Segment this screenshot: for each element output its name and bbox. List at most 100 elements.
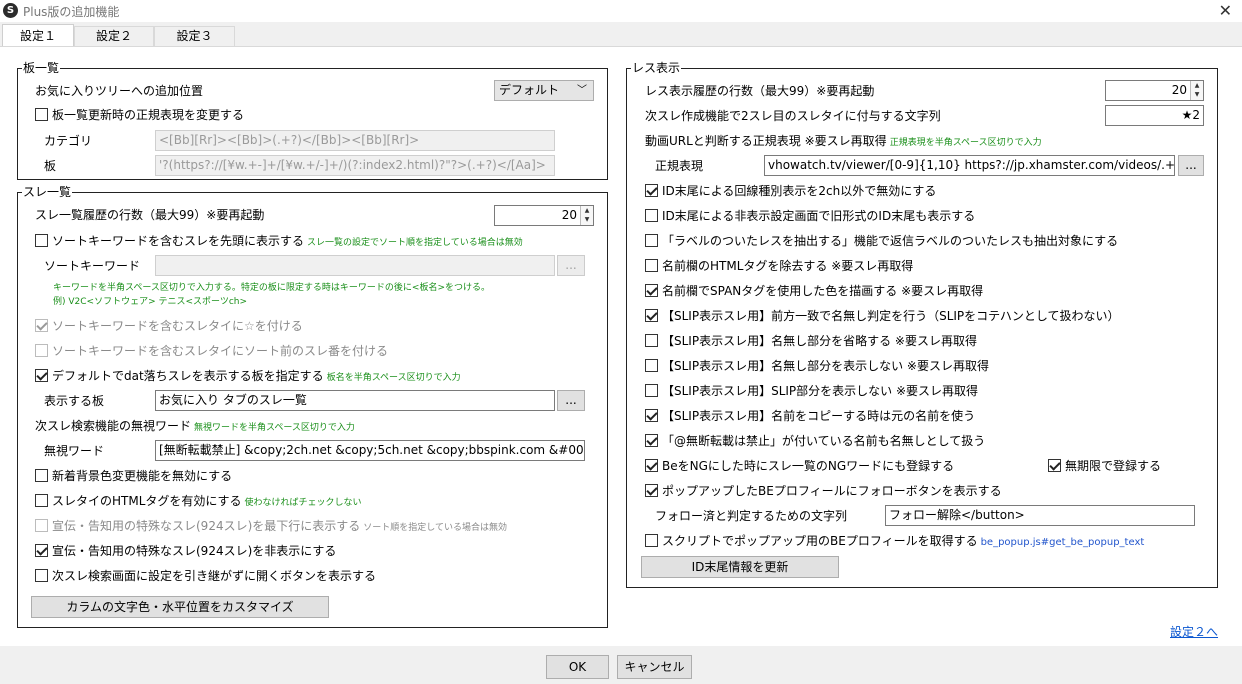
new-bg-label: 新着背景色変更機能を無効にする xyxy=(52,469,233,483)
html-tag-checkbox[interactable]: スレタイのHTMLタグを有効にする 使わなければチェックしない xyxy=(35,493,362,511)
ignore-note: 無視ワードを半角スペース区切りで入力 xyxy=(194,423,355,433)
checkbox-icon xyxy=(35,569,48,582)
checkbox-icon xyxy=(35,234,48,247)
res-check-label: 【SLIP表示スレ用】前方一致で名無し判定を行う（SLIPをコテハンとして扱わな… xyxy=(662,309,1120,323)
follow-text-field[interactable]: フォロー解除</button> xyxy=(885,505,1195,526)
sort-number-checkbox[interactable]: ソートキーワードを含むスレタイにソート前のスレ番を付ける xyxy=(35,343,388,359)
star-label: ソートキーワードを含むスレタイに☆を付ける xyxy=(52,319,303,333)
res-check-item[interactable]: 【SLIP表示スレ用】名無し部分を表示しない ※要スレ再取得 xyxy=(645,358,989,374)
close-icon[interactable]: ✕ xyxy=(1219,1,1232,20)
res-check-item[interactable]: 【SLIP表示スレ用】名無し部分を省略する ※要スレ再取得 xyxy=(645,333,977,349)
ad-bottom-note: ソート順を指定している場合は無効 xyxy=(363,523,508,533)
checkbox-icon xyxy=(645,534,658,547)
checkbox-icon xyxy=(645,334,658,347)
fav-position-select[interactable]: デフォルト ﹀ xyxy=(494,80,594,101)
regex-browse-button[interactable]: ... xyxy=(1178,155,1204,176)
sort-top-label: ソートキーワードを含むスレを先頭に表示する xyxy=(52,234,305,248)
unlimited-checkbox[interactable]: 無期限で登録する xyxy=(1048,458,1161,474)
fav-position-value: デフォルト xyxy=(499,83,560,97)
thread-history-stepper[interactable]: 20 ▲ ▼ xyxy=(494,205,594,226)
unlimited-label: 無期限で登録する xyxy=(1065,459,1162,473)
display-board-browse-button[interactable]: ... xyxy=(557,390,585,411)
res-history-stepper[interactable]: 20 ▲ ▼ xyxy=(1105,80,1204,101)
res-check-item[interactable]: ID末尾による非表示設定画面で旧形式のID末尾も表示する xyxy=(645,208,975,224)
be-ng-checkbox[interactable]: BeをNGにした時にスレ一覧のNGワードにも登録する xyxy=(645,458,954,474)
new-bg-checkbox[interactable]: 新着背景色変更機能を無効にする xyxy=(35,468,232,484)
checkbox-icon xyxy=(35,344,48,357)
checkbox-icon xyxy=(645,459,658,472)
app-logo-icon: S xyxy=(3,3,18,18)
sort-keyword-field[interactable] xyxy=(155,255,555,276)
star-checkbox[interactable]: ソートキーワードを含むスレタイに☆を付ける xyxy=(35,318,303,334)
next-settings-link[interactable]: 設定２へ xyxy=(1170,623,1218,640)
res-history-value: 20 xyxy=(1171,83,1187,97)
res-check-label: 名前欄のHTMLタグを除去する ※要スレ再取得 xyxy=(662,259,914,273)
checkbox-icon xyxy=(645,409,658,422)
res-check-item[interactable]: 【SLIP表示スレ用】名前をコピーする時は元の名前を使う xyxy=(645,408,975,424)
res-check-item[interactable]: 「@無断転載は禁止」が付いている名前も名無しとして扱う xyxy=(645,433,985,449)
res-history-label: レス表示履歴の行数（最大99）※要再起動 xyxy=(645,84,875,98)
script-popup-label: スクリプトでポップアップ用のBEプロフィールを取得する xyxy=(662,534,978,548)
spin-arrows-icon[interactable]: ▲ ▼ xyxy=(1190,81,1203,100)
thread-list-legend: スレ一覧 xyxy=(23,185,72,199)
checkbox-icon xyxy=(645,359,658,372)
checkbox-icon xyxy=(1048,459,1061,472)
video-regex-title: 動画URLと判断する正規表現 ※要スレ再取得 正規表現を半角スペース区切りで入力 xyxy=(645,133,1042,151)
ignore-word-field[interactable]: [無断転載禁止] &copy;2ch.net &copy;5ch.net &co… xyxy=(155,440,585,461)
checkbox-icon xyxy=(35,544,48,557)
sort-top-note: スレ一覧の設定でソート順を指定している場合は無効 xyxy=(307,238,523,248)
res-check-item[interactable]: 【SLIP表示スレ用】SLIP部分を表示しない ※要スレ再取得 xyxy=(645,383,978,399)
ignore-word-label: 無視ワード xyxy=(44,444,105,458)
res-check-label: 名前欄でSPANタグを使用した色を描画する ※要スレ再取得 xyxy=(662,284,984,298)
update-id-button[interactable]: ID末尾情報を更新 xyxy=(641,556,839,578)
checkbox-icon xyxy=(645,284,658,297)
fav-position-label: お気に入りツリーへの追加位置 xyxy=(35,84,204,98)
cancel-button[interactable]: キャンセル xyxy=(617,655,692,679)
sort-top-checkbox[interactable]: ソートキーワードを含むスレを先頭に表示する スレ一覧の設定でソート順を指定している… xyxy=(35,233,523,251)
res-check-item[interactable]: 「ラベルのついたレスを抽出する」機能で返信ラベルのついたレスも抽出対象にする xyxy=(645,233,1118,249)
html-tag-label: スレタイのHTMLタグを有効にする xyxy=(52,494,242,508)
title-bar: S Plus版の追加機能 ✕ xyxy=(0,0,1242,22)
regex-field[interactable]: vhowatch.tv/viewer/[0-9]{1,10} https?://… xyxy=(764,155,1175,176)
res-check-label: ID末尾による回線種別表示を2ch以外で無効にする xyxy=(662,184,937,198)
dat-checkbox[interactable]: デフォルトでdat落ちスレを表示する板を指定する 板名を半角スペース区切りで入力 xyxy=(35,368,461,386)
script-popup-note: be_popup.js#get_be_popup_text xyxy=(980,537,1145,548)
sort-note-1: キーワードを半角スペース区切りで入力する。特定の板に限定する時はキーワードの後に… xyxy=(53,283,491,293)
res-check-item[interactable]: ID末尾による回線種別表示を2ch以外で無効にする xyxy=(645,183,936,199)
column-customize-button[interactable]: カラムの文字色・水平位置をカスタマイズ xyxy=(31,596,329,618)
ok-button[interactable]: OK xyxy=(546,655,609,679)
ad-hide-label: 宣伝・告知用の特殊なスレ(924スレ)を非表示にする xyxy=(52,544,337,558)
tab-settings-3[interactable]: 設定３ xyxy=(154,26,235,47)
spin-arrows-icon[interactable]: ▲ ▼ xyxy=(580,206,593,225)
sort-number-label: ソートキーワードを含むスレタイにソート前のスレ番を付ける xyxy=(52,344,389,358)
regex-change-checkbox[interactable]: 板一覧更新時の正規表現を変更する xyxy=(35,107,244,123)
next-title-field[interactable]: ★2 xyxy=(1105,105,1204,126)
res-check-item[interactable]: 【SLIP表示スレ用】前方一致で名無し判定を行う（SLIPをコテハンとして扱わな… xyxy=(645,308,1120,324)
script-popup-checkbox[interactable]: スクリプトでポップアップ用のBEプロフィールを取得する be_popup.js#g… xyxy=(645,533,1144,551)
next-search-checkbox[interactable]: 次スレ検索画面に設定を引き継がずに開くボタンを表示する xyxy=(35,568,376,584)
res-display-legend: レス表示 xyxy=(632,61,681,75)
board-regex-field[interactable]: '?(https?://[¥w.+-]+/[¥w.+/-]+/)(?:index… xyxy=(155,155,555,176)
res-check-label: 「@無断転載は禁止」が付いている名前も名無しとして扱う xyxy=(662,434,986,448)
ad-bottom-label: 宣伝・告知用の特殊なスレ(924スレ)を最下行に表示する xyxy=(52,519,361,533)
board-list-legend: 板一覧 xyxy=(23,61,60,75)
res-check-item[interactable]: 名前欄のHTMLタグを除去する ※要スレ再取得 xyxy=(645,258,913,274)
res-check-item[interactable]: 名前欄でSPANタグを使用した色を描画する ※要スレ再取得 xyxy=(645,283,983,299)
ad-hide-checkbox[interactable]: 宣伝・告知用の特殊なスレ(924スレ)を非表示にする xyxy=(35,543,336,559)
follow-button-checkbox[interactable]: ポップアップしたBEプロフィールにフォローボタンを表示する xyxy=(645,483,1002,499)
tab-settings-2[interactable]: 設定２ xyxy=(74,26,154,47)
tab-settings-1[interactable]: 設定１ xyxy=(2,24,74,46)
checkbox-icon xyxy=(645,434,658,447)
res-check-label: 【SLIP表示スレ用】名前をコピーする時は元の名前を使う xyxy=(662,409,976,423)
ignore-title: 次スレ検索機能の無視ワード 無視ワードを半角スペース区切りで入力 xyxy=(35,418,355,436)
checkbox-icon xyxy=(645,184,658,197)
sort-note-2: 例) V2C<ソフトウェア> テニス<スポーツch> xyxy=(53,297,248,307)
res-check-label: 【SLIP表示スレ用】名無し部分を表示しない ※要スレ再取得 xyxy=(662,359,989,373)
checkbox-icon xyxy=(35,494,48,507)
ad-bottom-checkbox[interactable]: 宣伝・告知用の特殊なスレ(924スレ)を最下行に表示する ソート順を指定している場… xyxy=(35,518,507,536)
display-board-field[interactable]: お気に入り タブのスレ一覧 xyxy=(155,390,555,411)
sort-keyword-browse-button[interactable]: ... xyxy=(557,255,585,276)
checkbox-icon xyxy=(645,259,658,272)
res-check-label: 【SLIP表示スレ用】名無し部分を省略する ※要スレ再取得 xyxy=(662,334,977,348)
category-field[interactable]: <[Bb][Rr]><[Bb]>(.+?)</[Bb]><[Bb][Rr]> xyxy=(155,130,555,151)
